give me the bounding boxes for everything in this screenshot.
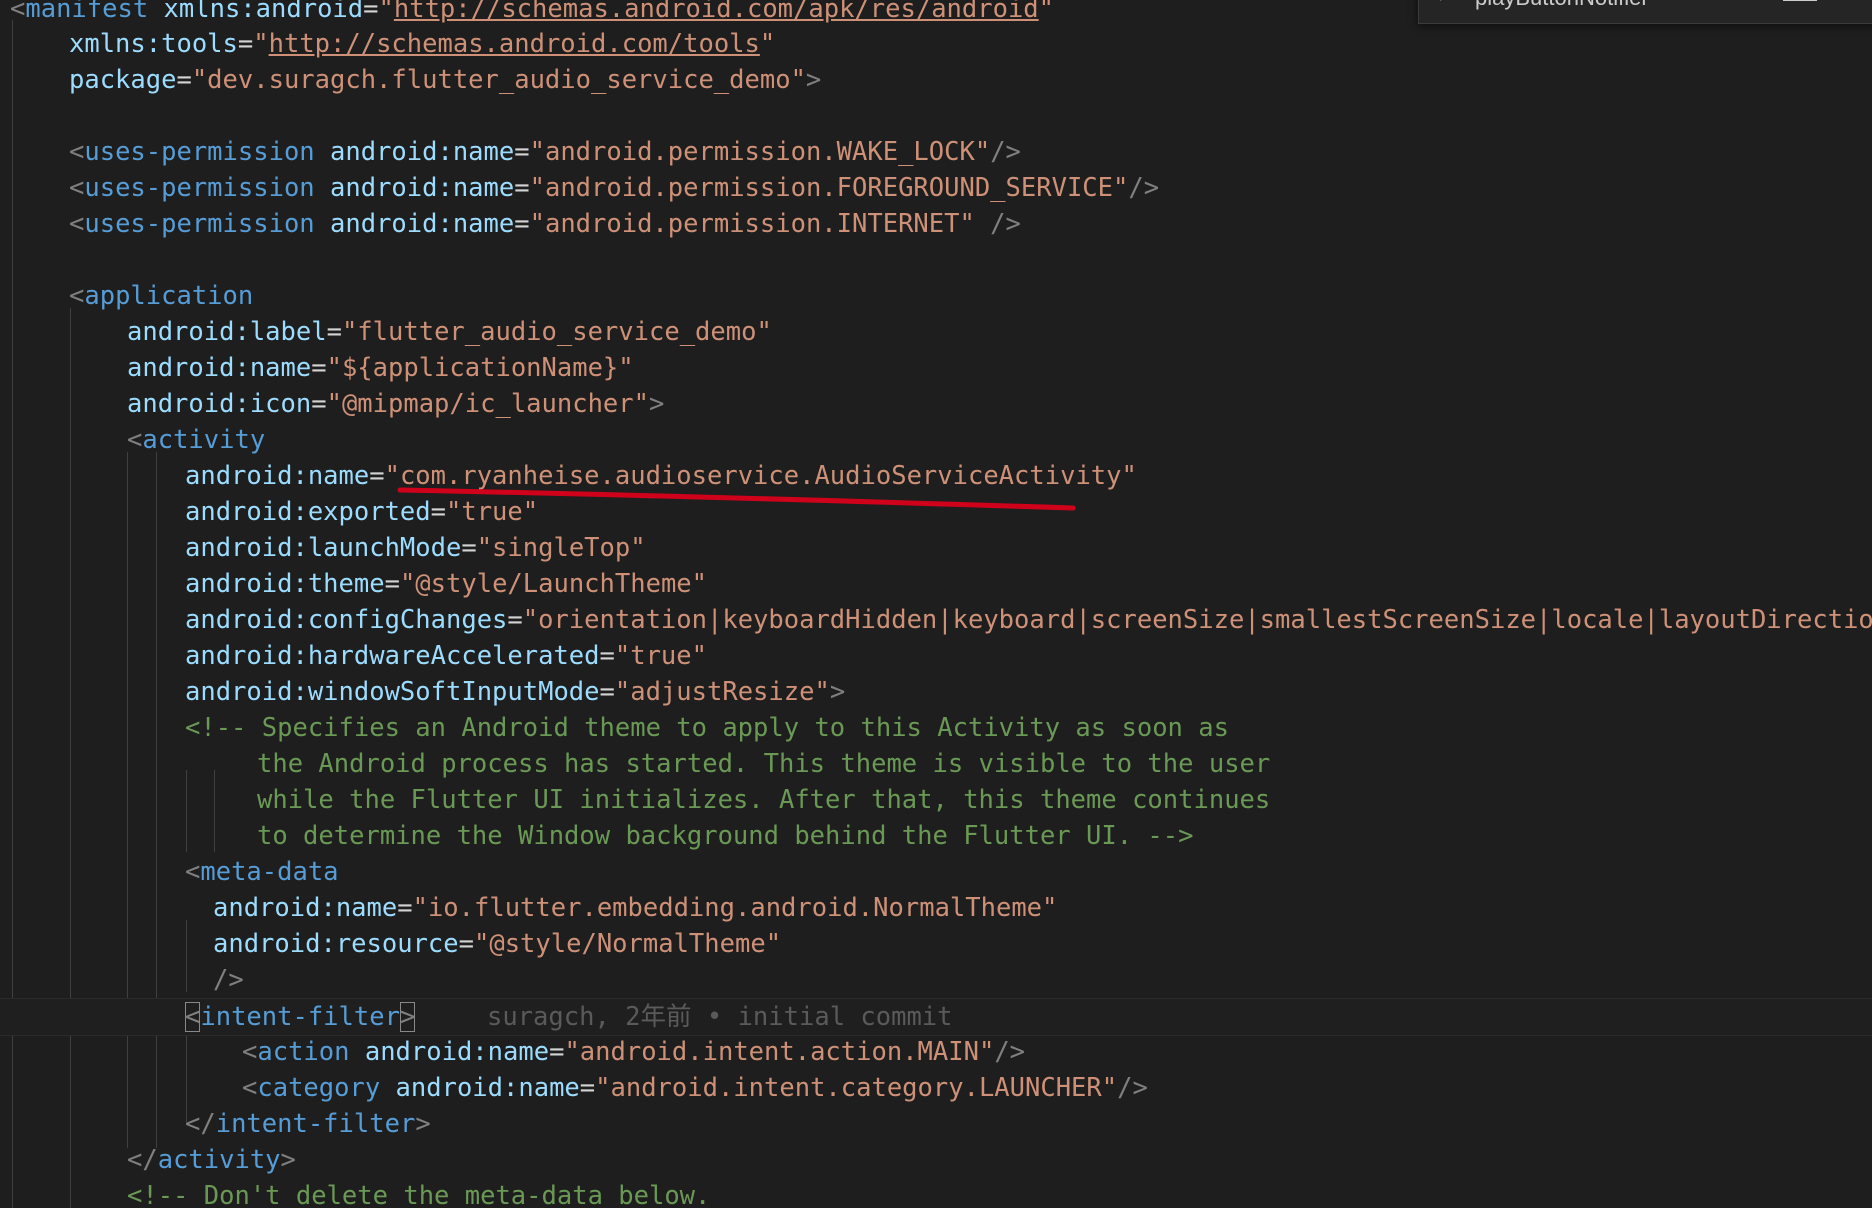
code-editor[interactable]: <manifest xmlns:android="http://schemas.… (0, 0, 1872, 1208)
find-widget[interactable]: › playButtonNotifier (1418, 0, 1872, 24)
chevron-right-icon[interactable]: › (1439, 0, 1445, 6)
find-option-icon[interactable] (1783, 0, 1817, 1)
red-underline-annotation (397, 487, 1076, 511)
find-input[interactable]: playButtonNotifier (1475, 0, 1649, 11)
